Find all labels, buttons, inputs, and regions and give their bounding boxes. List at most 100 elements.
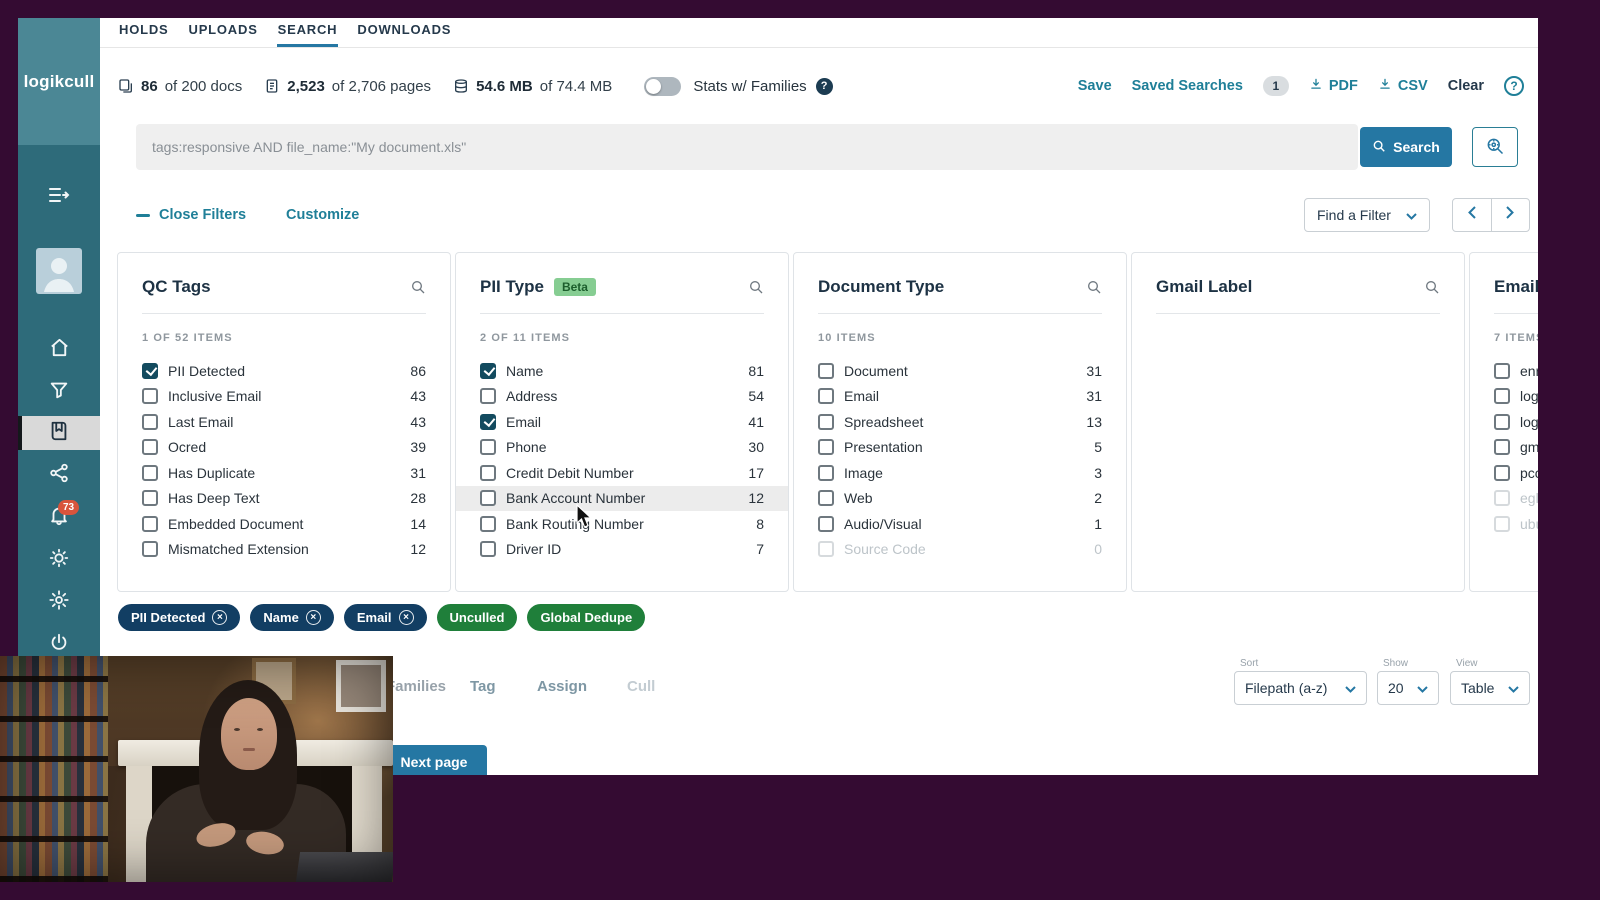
checkbox[interactable] xyxy=(480,516,496,532)
next-filters-button[interactable] xyxy=(1492,199,1530,231)
checkbox[interactable] xyxy=(1494,414,1510,430)
advanced-search-button[interactable] xyxy=(1472,127,1518,167)
families-toggle[interactable] xyxy=(644,77,681,96)
sidebar-item-settings[interactable] xyxy=(18,585,100,619)
checkbox[interactable] xyxy=(818,439,834,455)
checkbox[interactable] xyxy=(818,388,834,404)
filter-option[interactable]: Name81 xyxy=(456,358,788,384)
avatar[interactable] xyxy=(36,248,82,294)
checkbox[interactable] xyxy=(818,516,834,532)
applied-filter-chip[interactable]: Unculled xyxy=(437,604,518,631)
checkbox[interactable] xyxy=(480,541,496,557)
filter-option[interactable]: Has Deep Text28 xyxy=(118,486,450,512)
filter-option[interactable]: PII Detected86 xyxy=(118,358,450,384)
show-dropdown[interactable]: 20 xyxy=(1377,671,1439,705)
sidebar-item-menu[interactable] xyxy=(18,180,100,214)
export-csv-button[interactable]: CSV xyxy=(1378,77,1428,95)
checkbox[interactable] xyxy=(818,363,834,379)
filter-option[interactable]: Inclusive Email43 xyxy=(118,384,450,410)
checkbox[interactable] xyxy=(480,465,496,481)
remove-filter-icon[interactable]: × xyxy=(399,610,414,625)
tag-action[interactable]: Tag xyxy=(470,678,496,695)
clear-button[interactable]: Clear xyxy=(1448,78,1484,94)
tab-search[interactable]: SEARCH xyxy=(277,18,339,47)
filter-option[interactable]: Ocred39 xyxy=(118,435,450,461)
filter-option[interactable]: Audio/Visual1 xyxy=(794,511,1126,537)
next-page-button[interactable]: Next page xyxy=(381,745,487,775)
filter-option[interactable]: Address54 xyxy=(456,384,788,410)
checkbox[interactable] xyxy=(480,388,496,404)
filter-option[interactable]: Phone30 xyxy=(456,435,788,461)
sidebar-item-theme[interactable] xyxy=(18,543,100,577)
find-a-filter-dropdown[interactable]: Find a Filter xyxy=(1304,198,1430,232)
filter-option[interactable]: Bank Account Number12 xyxy=(456,486,788,512)
filter-option[interactable]: Mismatched Extension12 xyxy=(118,537,450,563)
checkbox[interactable] xyxy=(142,541,158,557)
close-filters-button[interactable]: Close Filters xyxy=(136,207,246,223)
families-help-icon[interactable]: ? xyxy=(816,78,833,95)
saved-searches-button[interactable]: Saved Searches xyxy=(1132,78,1243,94)
filter-option[interactable]: Source Code0 xyxy=(794,537,1126,563)
assign-action[interactable]: Assign xyxy=(537,678,587,695)
export-pdf-button[interactable]: PDF xyxy=(1309,77,1358,95)
sidebar-item-share[interactable] xyxy=(18,458,100,492)
customize-button[interactable]: Customize xyxy=(286,207,359,223)
filter-option[interactable]: enron xyxy=(1470,358,1538,384)
applied-filter-chip[interactable]: Email× xyxy=(344,604,427,631)
cull-action[interactable]: Cull xyxy=(627,678,655,695)
checkbox[interactable] xyxy=(142,414,158,430)
sort-dropdown[interactable]: Filepath (a-z) xyxy=(1234,671,1367,705)
sidebar-item-home[interactable] xyxy=(18,333,100,367)
filter-option[interactable]: Document31 xyxy=(794,358,1126,384)
filter-option[interactable]: Last Email43 xyxy=(118,409,450,435)
search-icon[interactable] xyxy=(410,279,426,295)
checkbox[interactable] xyxy=(142,439,158,455)
checkbox[interactable] xyxy=(142,388,158,404)
checkbox[interactable] xyxy=(1494,439,1510,455)
filter-option[interactable]: eglu xyxy=(1470,486,1538,512)
filter-option[interactable]: Web2 xyxy=(794,486,1126,512)
search-icon[interactable] xyxy=(1424,279,1440,295)
checkbox[interactable] xyxy=(142,363,158,379)
checkbox[interactable] xyxy=(1494,490,1510,506)
search-icon[interactable] xyxy=(1086,279,1102,295)
checkbox[interactable] xyxy=(480,490,496,506)
filter-option[interactable]: logik xyxy=(1470,409,1538,435)
filter-option[interactable]: ubu xyxy=(1470,511,1538,537)
remove-filter-icon[interactable]: × xyxy=(212,610,227,625)
filter-option[interactable]: Driver ID7 xyxy=(456,537,788,563)
checkbox[interactable] xyxy=(818,465,834,481)
applied-filter-chip[interactable]: Global Dedupe xyxy=(527,604,645,631)
checkbox[interactable] xyxy=(480,363,496,379)
checkbox[interactable] xyxy=(818,414,834,430)
save-search-button[interactable]: Save xyxy=(1078,78,1112,94)
sidebar-item-culling[interactable] xyxy=(18,375,100,409)
checkbox[interactable] xyxy=(1494,388,1510,404)
checkbox[interactable] xyxy=(1494,516,1510,532)
applied-filter-chip[interactable]: Name× xyxy=(250,604,333,631)
filter-option[interactable]: Has Duplicate31 xyxy=(118,460,450,486)
checkbox[interactable] xyxy=(480,439,496,455)
filter-option[interactable]: Embedded Document14 xyxy=(118,511,450,537)
filter-option[interactable]: Bank Routing Number8 xyxy=(456,511,788,537)
search-icon[interactable] xyxy=(748,279,764,295)
filter-option[interactable]: Image3 xyxy=(794,460,1126,486)
filter-option[interactable]: Spreadsheet13 xyxy=(794,409,1126,435)
filter-option[interactable]: Email31 xyxy=(794,384,1126,410)
sidebar-item-review[interactable] xyxy=(18,416,100,450)
checkbox[interactable] xyxy=(1494,465,1510,481)
tab-downloads[interactable]: DOWNLOADS xyxy=(356,18,452,47)
checkbox[interactable] xyxy=(1494,363,1510,379)
checkbox[interactable] xyxy=(818,490,834,506)
families-action[interactable]: Families xyxy=(386,678,446,695)
tab-uploads[interactable]: UPLOADS xyxy=(188,18,259,47)
checkbox[interactable] xyxy=(142,490,158,506)
filter-option[interactable]: pcc xyxy=(1470,460,1538,486)
filter-option[interactable]: Email41 xyxy=(456,409,788,435)
prev-filters-button[interactable] xyxy=(1453,199,1492,231)
checkbox[interactable] xyxy=(818,541,834,557)
help-icon[interactable]: ? xyxy=(1504,76,1524,96)
checkbox[interactable] xyxy=(480,414,496,430)
remove-filter-icon[interactable]: × xyxy=(306,610,321,625)
checkbox[interactable] xyxy=(142,516,158,532)
